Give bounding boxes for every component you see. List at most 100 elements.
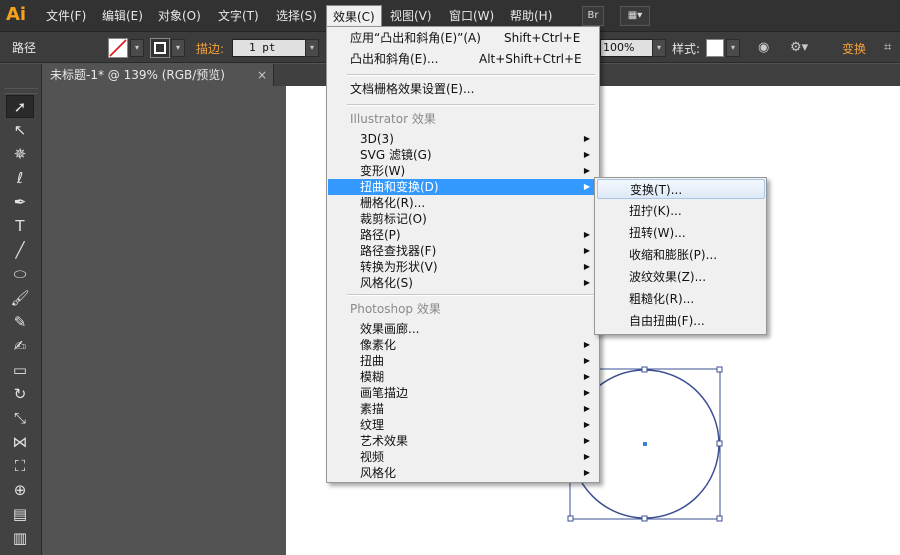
menu-item-texture[interactable]: 纹理 ▶	[328, 417, 598, 433]
menu-apply-last-effect[interactable]: 应用“凸出和斜角(E)”(A) Shift+Ctrl+E	[328, 30, 598, 46]
app-logo: Ai	[6, 4, 27, 25]
tools-panel: ➚ ↖ ✵ ℓ ✒ T ╱ ⬭ 🖌 ✎ ✍ ▭ ↻ ⤡ ⋈ ⛶ ⊕ ▤ ▥	[0, 64, 42, 555]
menu-item-video[interactable]: 视频 ▶	[328, 449, 598, 465]
effect-menu: 应用“凸出和斜角(E)”(A) Shift+Ctrl+E 凸出和斜角(E)...…	[326, 26, 600, 483]
graph-tool-icon[interactable]: ▥	[6, 527, 34, 550]
panel-grip[interactable]	[4, 88, 38, 94]
submenu-arrow-icon: ▶	[583, 166, 590, 175]
menu-type[interactable]: 文字(T)	[212, 5, 265, 27]
submenu-arrow-icon: ▶	[583, 388, 590, 397]
pen-tool-icon[interactable]: ✒	[6, 191, 34, 214]
align-options-icon[interactable]: ⚙▾	[790, 40, 808, 55]
menu-item-warp[interactable]: 变形(W) ▶	[328, 163, 598, 179]
menu-effect[interactable]: 效果(C)	[326, 5, 382, 27]
width-tool-icon[interactable]: ⋈	[6, 431, 34, 454]
submenu-arrow-icon: ▶	[583, 230, 590, 239]
menu-item-3d[interactable]: 3D(3) ▶	[328, 131, 598, 147]
close-icon[interactable]: ×	[257, 64, 267, 86]
graphic-style-dropdown[interactable]: ▾	[726, 39, 740, 57]
selection-type-label: 路径	[12, 41, 37, 55]
ellipse-tool-icon[interactable]: ⬭	[6, 263, 34, 286]
menu-item-convert-to-shape[interactable]: 转换为形状(V) ▶	[328, 259, 598, 275]
menu-window[interactable]: 窗口(W)	[443, 5, 500, 27]
submenu-arrow-icon: ▶	[583, 246, 590, 255]
menu-select[interactable]: 选择(S)	[270, 5, 323, 27]
no-fill-icon	[109, 39, 127, 57]
submenu-item-roughen[interactable]: 粗糙化(R)...	[597, 289, 765, 309]
lasso-tool-icon[interactable]: ℓ	[6, 167, 34, 190]
opacity-input[interactable]: 100%	[600, 39, 654, 57]
menu-separator	[347, 104, 595, 106]
workspace-arrange-button[interactable]: ▦▾	[620, 6, 650, 26]
menu-item-ps-stylize[interactable]: 风格化 ▶	[328, 465, 598, 481]
submenu-item-tweak[interactable]: 扭拧(K)...	[597, 201, 765, 221]
menu-item-artistic[interactable]: 艺术效果 ▶	[328, 433, 598, 449]
direct-selection-tool-icon[interactable]: ↖	[6, 119, 34, 142]
scale-tool-icon[interactable]: ⤡	[6, 407, 34, 430]
distort-transform-submenu: 变换(T)... 扭拧(K)... 扭转(W)... 收缩和膨胀(P)... 波…	[594, 177, 767, 335]
perspective-grid-tool-icon[interactable]: ▤	[6, 503, 34, 526]
stroke-weight-input[interactable]: 1 pt	[232, 39, 306, 57]
menu-item-pathfinder[interactable]: 路径查找器(F) ▶	[328, 243, 598, 259]
menu-document-raster-settings[interactable]: 文档栅格效果设置(E)...	[328, 81, 598, 97]
menu-item-sketch[interactable]: 素描 ▶	[328, 401, 598, 417]
grid-icon: ▦▾	[627, 10, 643, 21]
paintbrush-tool-icon[interactable]: 🖌	[6, 287, 34, 310]
isolate-icon[interactable]: ⌗	[884, 40, 891, 55]
menu-item-distort-transform[interactable]: 扭曲和变换(D) ▶	[328, 179, 598, 195]
photoshop-effects-header: Photoshop 效果	[350, 302, 441, 316]
shape-builder-tool-icon[interactable]: ⊕	[6, 479, 34, 502]
menu-file[interactable]: 文件(F)	[40, 5, 92, 27]
menu-object[interactable]: 对象(O)	[152, 5, 207, 27]
menu-help[interactable]: 帮助(H)	[504, 5, 558, 27]
menu-last-effect[interactable]: 凸出和斜角(E)... Alt+Shift+Ctrl+E	[328, 51, 598, 67]
menu-item-rasterize[interactable]: 栅格化(R)...	[328, 195, 598, 211]
submenu-arrow-icon: ▶	[583, 420, 590, 429]
stroke-swatch[interactable]	[150, 38, 170, 58]
line-tool-icon[interactable]: ╱	[6, 239, 34, 262]
menu-item-svg-filters[interactable]: SVG 滤镜(G) ▶	[328, 147, 598, 163]
submenu-item-transform[interactable]: 变换(T)...	[597, 179, 765, 199]
blob-brush-tool-icon[interactable]: ✍	[6, 335, 34, 358]
menu-edit[interactable]: 编辑(E)	[96, 5, 149, 27]
recolor-icon[interactable]: ◉	[758, 40, 769, 55]
menu-item-distort[interactable]: 扭曲 ▶	[328, 353, 598, 369]
rotate-tool-icon[interactable]: ↻	[6, 383, 34, 406]
type-tool-icon[interactable]: T	[6, 215, 34, 238]
submenu-arrow-icon: ▶	[583, 356, 590, 365]
stroke-weight-dropdown[interactable]: ▾	[305, 39, 319, 57]
free-transform-tool-icon[interactable]: ⛶	[6, 455, 34, 478]
bridge-button[interactable]: Br	[582, 6, 604, 26]
stroke-label: 描边:	[196, 42, 225, 56]
menu-separator	[347, 294, 595, 296]
submenu-item-free-distort[interactable]: 自由扭曲(F)...	[597, 311, 765, 331]
graphic-style-swatch[interactable]	[706, 39, 724, 57]
illustrator-effects-header: Illustrator 效果	[350, 112, 436, 126]
menu-item-brush-strokes[interactable]: 画笔描边 ▶	[328, 385, 598, 401]
submenu-item-twist[interactable]: 扭转(W)...	[597, 223, 765, 243]
eraser-tool-icon[interactable]: ▭	[6, 359, 34, 382]
pencil-tool-icon[interactable]: ✎	[6, 311, 34, 334]
submenu-item-pucker-bloat[interactable]: 收缩和膨胀(P)...	[597, 245, 765, 265]
magic-wand-tool-icon[interactable]: ✵	[6, 143, 34, 166]
document-tab[interactable]: 未标题-1* @ 139% (RGB/预览) ×	[42, 64, 274, 86]
stroke-square-icon	[154, 42, 166, 54]
fill-swatch[interactable]	[108, 38, 128, 58]
submenu-arrow-icon: ▶	[583, 436, 590, 445]
transform-link[interactable]: 变换	[842, 40, 866, 57]
submenu-arrow-icon: ▶	[583, 262, 590, 271]
menu-view[interactable]: 视图(V)	[384, 5, 438, 27]
submenu-arrow-icon: ▶	[583, 278, 590, 287]
menu-item-pixelate[interactable]: 像素化 ▶	[328, 337, 598, 353]
submenu-arrow-icon: ▶	[583, 452, 590, 461]
menu-item-stylize[interactable]: 风格化(S) ▶	[328, 275, 598, 291]
menu-item-crop-marks[interactable]: 裁剪标记(O)	[328, 211, 598, 227]
menu-item-path[interactable]: 路径(P) ▶	[328, 227, 598, 243]
menu-item-effect-gallery[interactable]: 效果画廊...	[328, 321, 598, 337]
opacity-dropdown[interactable]: ▾	[652, 39, 666, 57]
submenu-item-zig-zag[interactable]: 波纹效果(Z)...	[597, 267, 765, 287]
selection-tool-icon[interactable]: ➚	[6, 95, 34, 118]
fill-dropdown[interactable]: ▾	[130, 39, 144, 57]
menu-item-blur[interactable]: 模糊 ▶	[328, 369, 598, 385]
stroke-dropdown[interactable]: ▾	[171, 39, 185, 57]
